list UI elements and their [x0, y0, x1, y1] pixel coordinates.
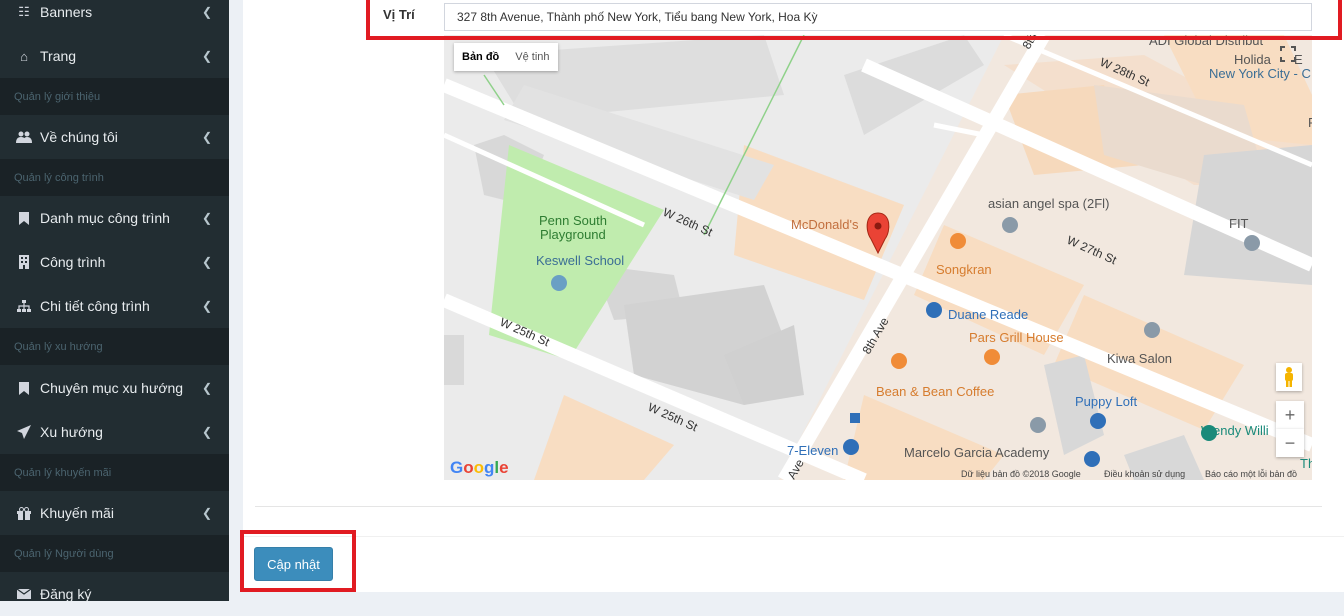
- sidebar-header: Quản lý giới thiệu: [0, 78, 229, 115]
- chevron-left-icon: ❮: [202, 299, 213, 313]
- sidebar-header: Quản lý Người dùng: [0, 535, 229, 572]
- sidebar-item-label: Khuyến mãi: [40, 505, 114, 521]
- sidebar-item-trang[interactable]: ⌂ Trang ❮: [0, 34, 229, 78]
- sidebar-item-label: Chuyên mục xu hướng: [40, 380, 184, 396]
- map-type-control: Bản đồ Vệ tinh: [454, 43, 558, 71]
- map-poi-label: Songkran: [936, 262, 992, 277]
- divider: [243, 536, 1344, 537]
- map-poi-label: Bean & Bean Coffee: [876, 384, 994, 399]
- chevron-left-icon: ❮: [202, 381, 213, 395]
- map-poi-label: FIT: [1229, 216, 1249, 231]
- map-poi-label: Penn South: [539, 213, 607, 228]
- map-poi-label: 7-Eleven: [787, 443, 838, 458]
- divider: [255, 506, 1322, 507]
- map-poi-label: Duane Reade: [948, 307, 1028, 322]
- sidebar-item-label: Về chúng tôi: [40, 129, 118, 145]
- sidebar-item-label: Xu hướng: [40, 424, 103, 440]
- sidebar-item-label: Công trình: [40, 254, 106, 270]
- map-poi-label: asian angel spa (2Fl): [988, 196, 1109, 211]
- map-poi-label: R: [1308, 115, 1312, 130]
- sitemap-icon: [16, 298, 32, 314]
- map-poi-label: Kiwa Salon: [1107, 351, 1172, 366]
- sidebar-item-label: Chi tiết công trình: [40, 298, 150, 314]
- sidebar: ☷ Banners ❮ ⌂ Trang ❮ Quản lý giới thiệu…: [0, 0, 229, 602]
- sidebar-item-danh-muc-cong-trinh[interactable]: Danh mục công trình ❮: [0, 196, 229, 240]
- map-poi-label: The: [1300, 456, 1312, 471]
- sidebar-header: Quản lý xu hướng: [0, 328, 229, 365]
- sidebar-header: Quản lý công trình: [0, 159, 229, 196]
- map-type-satellite-button[interactable]: Vệ tinh: [507, 43, 557, 71]
- highlight-box-update: [240, 530, 356, 592]
- zoom-out-button[interactable]: −: [1276, 429, 1304, 457]
- users-icon: [16, 129, 32, 145]
- fullscreen-button[interactable]: [1277, 43, 1299, 65]
- sidebar-item-xu-huong[interactable]: Xu hướng ❮: [0, 410, 229, 454]
- chevron-left-icon: ❮: [202, 425, 213, 439]
- pegman-icon: [1285, 367, 1293, 387]
- list-icon: ☷: [18, 4, 30, 19]
- chevron-left-icon: ❮: [202, 5, 213, 19]
- map-poi-label: Pars Grill House: [969, 330, 1064, 345]
- sidebar-item-label: Banners: [40, 4, 93, 20]
- envelope-icon: [16, 586, 32, 602]
- map-terms-link[interactable]: Điều khoản sử dụng: [1104, 469, 1185, 479]
- sidebar-item-chuyen-muc-xu-huong[interactable]: Chuyên mục xu hướng ❮: [0, 366, 229, 410]
- home-icon: ⌂: [20, 48, 28, 64]
- street-view-button[interactable]: [1276, 363, 1302, 391]
- map-poi-label: Playground: [540, 227, 606, 242]
- map[interactable]: W 26th St W 25th St W 25th St W 27th St …: [444, 35, 1312, 480]
- building-icon: [16, 254, 32, 270]
- google-logo: Google: [450, 458, 509, 477]
- chevron-left-icon: ❮: [202, 130, 213, 144]
- sidebar-item-label: Trang: [40, 48, 77, 64]
- map-report-link[interactable]: Báo cáo một lỗi bản đồ: [1205, 469, 1297, 479]
- chevron-left-icon: ❮: [202, 506, 213, 520]
- map-poi-label: McDonald's: [791, 217, 859, 232]
- paper-plane-icon: [16, 424, 32, 440]
- sidebar-item-ve-chung-toi[interactable]: Về chúng tôi ❮: [0, 115, 229, 159]
- sidebar-item-khuyen-mai[interactable]: Khuyến mãi ❮: [0, 491, 229, 535]
- zoom-in-button[interactable]: +: [1276, 401, 1304, 429]
- sidebar-header: Quản lý khuyến mãi: [0, 454, 229, 491]
- sidebar-item-cong-trinh[interactable]: Công trình ❮: [0, 240, 229, 284]
- map-type-roadmap-button[interactable]: Bản đồ: [454, 43, 507, 71]
- sidebar-item-dang-ky[interactable]: Đăng ký: [0, 572, 229, 616]
- map-poi-label: Holida: [1234, 52, 1272, 67]
- chevron-left-icon: ❮: [202, 49, 213, 63]
- chevron-left-icon: ❮: [202, 211, 213, 225]
- map-poi-label: Puppy Loft: [1075, 394, 1138, 409]
- sidebar-item-chi-tiet-cong-trinh[interactable]: Chi tiết công trình ❮: [0, 284, 229, 328]
- map-poi-label: Keswell School: [536, 253, 624, 268]
- chevron-left-icon: ❮: [202, 255, 213, 269]
- sidebar-item-label: Danh mục công trình: [40, 210, 170, 226]
- map-poi-label: New York City - C: [1209, 66, 1311, 81]
- sidebar-item-label: Đăng ký: [40, 586, 92, 602]
- sidebar-item-banners[interactable]: ☷ Banners ❮: [0, 0, 229, 34]
- gift-icon: [16, 505, 32, 521]
- map-poi-label: Marcelo Garcia Academy: [904, 445, 1050, 460]
- bookmark-icon: [16, 380, 32, 396]
- fullscreen-icon: [1280, 46, 1296, 62]
- map-data-attribution: Dữ liệu bản đồ ©2018 Google: [961, 469, 1081, 479]
- bookmark-icon: [16, 210, 32, 226]
- highlight-box-location: [366, 0, 1342, 40]
- map-canvas: W 26th St W 25th St W 25th St W 27th St …: [444, 35, 1312, 480]
